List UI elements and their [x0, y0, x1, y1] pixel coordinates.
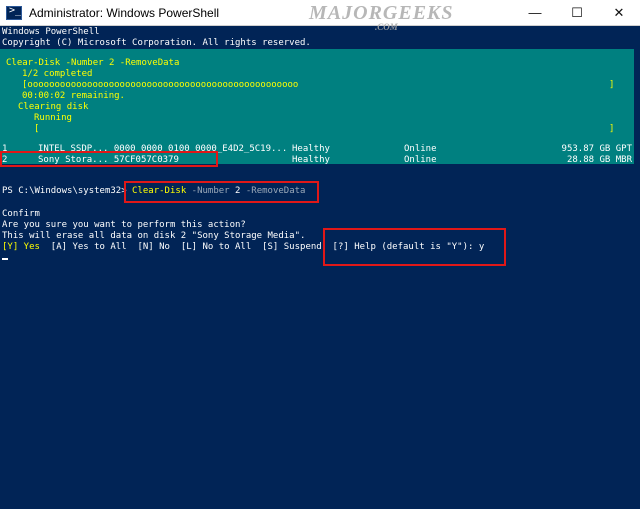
progress-bar-2-end: ] [609, 124, 615, 134]
maximize-button[interactable]: ☐ [556, 0, 598, 25]
disk-status: Online [404, 144, 437, 154]
console-area[interactable]: Windows PowerShell Copyright (C) Microso… [0, 25, 640, 509]
maximize-icon: ☐ [571, 4, 583, 20]
close-button[interactable]: ✕ [598, 0, 640, 25]
progress-bar-end: ] [609, 80, 615, 90]
confirm-question: Are you sure you want to perform this ac… [2, 220, 246, 230]
confirm-title: Confirm [2, 209, 40, 219]
minimize-icon: — [528, 5, 542, 20]
annotation-box-command [124, 181, 319, 203]
disk-status: Online [404, 155, 437, 165]
text-cursor [2, 258, 8, 260]
progress-remaining: 00:00:02 remaining. [22, 91, 125, 101]
disk-size: 28.88 GB MBR [566, 155, 632, 165]
close-icon: ✕ [613, 4, 625, 20]
options-rest: [A] Yes to All [N] No [L] No to All [S] … [39, 242, 333, 252]
progress-bar-2: [ [34, 124, 40, 134]
disk-health: Healthy [292, 155, 330, 165]
progress-status: 1/2 completed [22, 69, 93, 79]
progress-activity: Clear-Disk -Number 2 -RemoveData [6, 58, 180, 68]
prompt: PS C:\Windows\system32> [2, 186, 127, 196]
annotation-box-answer [323, 228, 506, 266]
annotation-box-disk [0, 151, 218, 167]
copyright-line: Copyright (C) Microsoft Corporation. All… [2, 38, 311, 48]
header-line: Windows PowerShell [2, 27, 100, 37]
minimize-button[interactable]: — [514, 0, 556, 25]
disk-health: Healthy [292, 144, 330, 154]
option-yes: [Y] Yes [2, 242, 40, 252]
disk-size: 953.87 GB GPT [561, 144, 632, 154]
progress-activity-2: Clearing disk [18, 102, 89, 112]
confirm-detail: This will erase all data on disk 2 "Sony… [2, 231, 306, 241]
powershell-icon: >_ [6, 5, 22, 20]
progress-status-2: Running [34, 113, 72, 123]
progress-bar: [ooooooooooooooooooooooooooooooooooooooo… [22, 80, 299, 90]
